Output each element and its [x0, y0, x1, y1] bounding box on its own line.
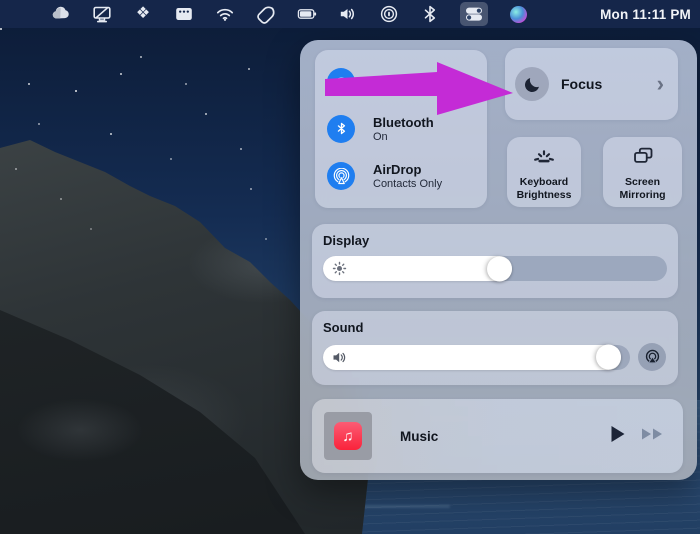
music-app-icon: ♫	[334, 422, 362, 450]
siri-icon[interactable]	[507, 3, 529, 25]
stars	[0, 28, 2, 30]
sound-card: Sound	[312, 311, 678, 385]
focus-card[interactable]: Focus ›	[505, 48, 678, 120]
bluetooth-toggle-icon	[327, 115, 355, 143]
airplay-button[interactable]	[638, 343, 666, 371]
sound-title: Sound	[323, 320, 667, 335]
screen-mirroring-card[interactable]: Screen Mirroring	[603, 137, 682, 207]
pick-app-icon[interactable]	[255, 3, 277, 25]
battery-icon[interactable]	[296, 3, 318, 25]
connectivity-card: Wi-Fi Bluetooth On AirDrop Contacts Only	[315, 50, 487, 208]
brightness-sun-icon	[332, 261, 347, 276]
tidal-icon[interactable]: ❖	[132, 3, 154, 25]
menu-bar-clock[interactable]: Mon 11:11 PM	[600, 7, 700, 22]
keyboard-brightness-icon	[531, 147, 557, 169]
keyboard-viewer-icon[interactable]	[173, 3, 195, 25]
wifi-icon[interactable]	[214, 3, 236, 25]
wifi-toggle-icon	[327, 68, 355, 96]
music-label: Music	[400, 429, 608, 444]
music-transport-controls	[608, 424, 671, 449]
screen-mirroring-label: Screen Mirroring	[608, 176, 678, 201]
display-mirroring-icon[interactable]	[91, 3, 113, 25]
control-center-icon[interactable]	[460, 2, 488, 26]
display-slider-knob[interactable]	[487, 256, 512, 281]
moon-icon	[515, 67, 549, 101]
focus-label: Focus	[561, 76, 657, 92]
menu-bar: ❖ Mon 11:11 PM	[0, 0, 700, 28]
airdrop-toggle-icon	[327, 162, 355, 190]
keyboard-brightness-label: Keyboard Brightness	[509, 176, 579, 201]
display-brightness-slider[interactable]	[323, 256, 667, 281]
chevron-right-icon[interactable]: ›	[657, 73, 668, 95]
fast-forward-button[interactable]	[641, 427, 665, 446]
airdrop-label: AirDrop	[373, 162, 442, 177]
bluetooth-status: On	[373, 131, 434, 143]
music-card: ♫ Music	[312, 399, 683, 473]
display-slider-fill	[323, 256, 512, 281]
display-title: Display	[323, 233, 667, 248]
speaker-icon	[332, 351, 348, 364]
play-button[interactable]	[608, 424, 627, 449]
screen-mirroring-icon	[631, 147, 655, 169]
1password-icon[interactable]	[378, 3, 400, 25]
menu-bar-status-icons: ❖	[50, 2, 529, 26]
airdrop-status: Contacts Only	[373, 178, 442, 190]
sound-slider-fill	[323, 345, 621, 370]
keyboard-brightness-card[interactable]: Keyboard Brightness	[507, 137, 581, 207]
control-center-panel: Wi-Fi Bluetooth On AirDrop Contacts Only	[300, 40, 697, 480]
wifi-toggle[interactable]: Wi-Fi	[327, 68, 487, 96]
wifi-label: Wi-Fi	[373, 74, 405, 89]
airdrop-toggle[interactable]: AirDrop Contacts Only	[327, 162, 487, 190]
album-art-placeholder: ♫	[324, 412, 372, 460]
sound-volume-slider[interactable]	[323, 345, 630, 370]
cloud-icon[interactable]	[50, 3, 72, 25]
bluetooth-label: Bluetooth	[373, 115, 434, 130]
bluetooth-toggle[interactable]: Bluetooth On	[327, 115, 487, 143]
volume-icon[interactable]	[337, 3, 359, 25]
sound-slider-knob[interactable]	[596, 345, 621, 370]
display-card: Display	[312, 224, 678, 298]
bluetooth-icon[interactable]	[419, 3, 441, 25]
